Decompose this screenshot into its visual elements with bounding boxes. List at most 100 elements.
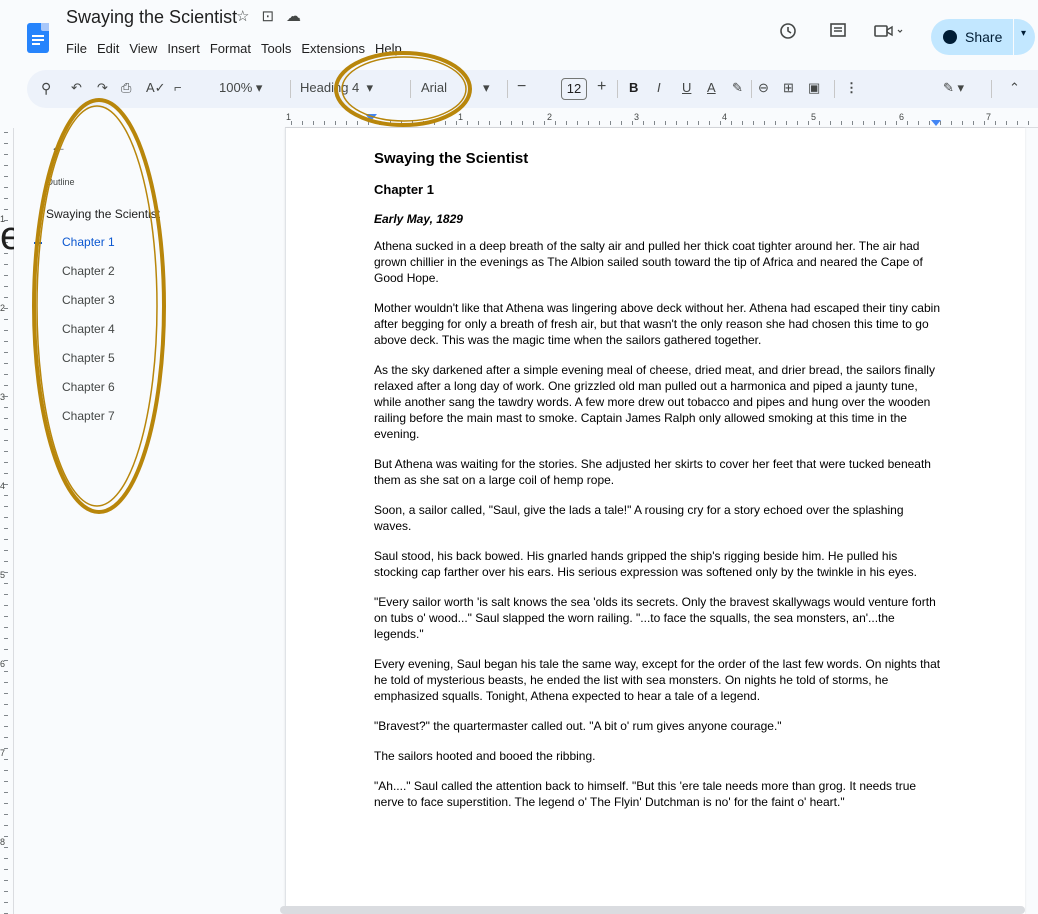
ruler-tick [4, 154, 8, 155]
ruler-tick [4, 792, 8, 793]
italic-button[interactable]: I [657, 80, 661, 95]
ruler-tick [346, 121, 347, 125]
ruler-tick [368, 121, 369, 125]
more-options-icon[interactable]: ⋮ [845, 80, 858, 96]
paragraph: As the sky darkened after a simple eveni… [374, 363, 935, 441]
search-menus-icon[interactable]: ⚲ [41, 80, 51, 97]
ruler-tick [797, 121, 798, 125]
document-page[interactable]: Swaying the Scientist Chapter 1 Early Ma… [285, 128, 1025, 914]
spellcheck-icon[interactable]: A✓ [146, 80, 166, 96]
menu-view[interactable]: View [124, 41, 162, 56]
star-icon[interactable]: ☆ [236, 7, 249, 25]
outline-item-chapter-3[interactable]: Chapter 3 [62, 293, 115, 322]
outline-item-chapter-7[interactable]: Chapter 7 [62, 409, 115, 438]
ruler-tick [4, 726, 8, 727]
horizontal-scrollbar[interactable] [280, 906, 1025, 914]
outline-item-chapter-1[interactable]: Chapter 1 [62, 235, 115, 264]
ruler-tick [4, 308, 8, 309]
menu-extensions[interactable]: Extensions [296, 41, 370, 56]
menu-help[interactable]: Help [370, 41, 407, 56]
add-comment-icon[interactable]: ⊞ [783, 80, 794, 96]
ruler-tick [4, 660, 8, 661]
bold-button[interactable]: B [629, 80, 638, 95]
ruler-tick [379, 121, 380, 125]
ruler-number: 5 [811, 112, 817, 122]
ruler-tick [555, 121, 556, 125]
active-item-marker [34, 242, 42, 244]
outline-item-chapter-4[interactable]: Chapter 4 [62, 322, 115, 351]
menu-format[interactable]: Format [205, 41, 256, 56]
print-icon[interactable]: ⎙ [121, 80, 131, 96]
outline-item-chapter-5[interactable]: Chapter 5 [62, 351, 115, 380]
history-icon[interactable] [779, 22, 797, 45]
ruler-tick [676, 121, 677, 125]
menu-tools[interactable]: Tools [256, 41, 296, 56]
ruler-tick [1017, 121, 1018, 125]
cloud-icon[interactable]: ☁ [286, 7, 301, 25]
ruler-tick [863, 121, 864, 125]
undo-icon[interactable]: ↶ [71, 80, 82, 96]
outline-item-chapter-6[interactable]: Chapter 6 [62, 380, 115, 409]
ruler-number: 8 [0, 837, 6, 847]
increase-font-size-button[interactable]: + [597, 78, 606, 96]
menu-edit[interactable]: Edit [92, 41, 124, 56]
editing-mode-icon[interactable]: ✎ ▾ [943, 80, 964, 96]
ruler-tick [621, 121, 622, 125]
font-select[interactable]: Arial [421, 80, 447, 95]
hide-menus-icon[interactable]: ⌃ [1009, 80, 1020, 96]
decrease-font-size-button[interactable]: − [517, 78, 526, 96]
ruler-tick [4, 561, 8, 562]
ruler-tick [995, 121, 996, 125]
ruler-tick [4, 748, 8, 749]
ruler-tick [4, 528, 8, 529]
ruler-tick [511, 121, 512, 125]
ruler-tick [434, 121, 435, 125]
document-body[interactable]: Swaying the Scientist Chapter 1 Early Ma… [374, 150, 944, 824]
redo-icon[interactable]: ↷ [97, 80, 108, 96]
ruler-tick [775, 121, 776, 125]
insert-image-icon[interactable]: ▣ [808, 80, 820, 96]
ruler-tick [808, 121, 809, 125]
ruler-tick [4, 594, 8, 595]
share-button[interactable]: Share ▾ [931, 19, 1035, 55]
menu-file[interactable]: File [66, 41, 92, 56]
ruler-tick [4, 517, 8, 518]
ruler-tick [4, 187, 8, 188]
ruler-tick [742, 121, 743, 125]
ruler-tick [4, 330, 8, 331]
ruler-number: 4 [722, 112, 728, 122]
font-dropdown-icon[interactable]: ▾ [483, 80, 490, 96]
text-color-button[interactable]: A [707, 80, 716, 95]
ruler-tick [4, 319, 8, 320]
ruler-tick [4, 374, 8, 375]
comment-icon[interactable] [829, 22, 847, 45]
menu-insert[interactable]: Insert [162, 41, 205, 56]
ruler-tick [4, 495, 8, 496]
outline-item-chapter-2[interactable]: Chapter 2 [62, 264, 115, 293]
share-dropdown-icon[interactable]: ▾ [1021, 28, 1026, 39]
ruler-tick [4, 825, 8, 826]
font-size-input[interactable]: 12 [561, 78, 587, 100]
style-select[interactable]: Heading 4 ▾ [300, 80, 373, 96]
ruler-tick [4, 396, 8, 397]
ruler-tick [918, 121, 919, 125]
underline-button[interactable]: U [682, 80, 691, 95]
ruler-tick [4, 759, 8, 760]
ruler-tick [4, 385, 8, 386]
docs-logo-icon[interactable] [27, 23, 49, 53]
link-icon[interactable]: ⊖ [758, 80, 769, 96]
left-indent-marker-icon[interactable] [365, 114, 377, 122]
paint-format-icon[interactable]: ⌐ [174, 80, 182, 95]
ruler-tick [4, 440, 8, 441]
zoom-select[interactable]: 100% ▾ [219, 80, 262, 96]
video-call-icon[interactable] [874, 22, 904, 45]
outline-title[interactable]: Swaying the Scientist [46, 207, 160, 221]
folder-icon[interactable]: ⊡ [261, 7, 274, 25]
back-arrow-icon[interactable]: ← [50, 137, 67, 157]
date-line: Early May, 1829 [374, 212, 463, 226]
document-title[interactable]: Swaying the Scientist [66, 7, 237, 28]
horizontal-ruler[interactable]: 1 1 2 3 4 5 6 7 [285, 112, 1038, 128]
ruler-tick [819, 121, 820, 125]
highlight-icon[interactable]: ✎ [732, 80, 743, 96]
ruler-tick [544, 121, 545, 125]
